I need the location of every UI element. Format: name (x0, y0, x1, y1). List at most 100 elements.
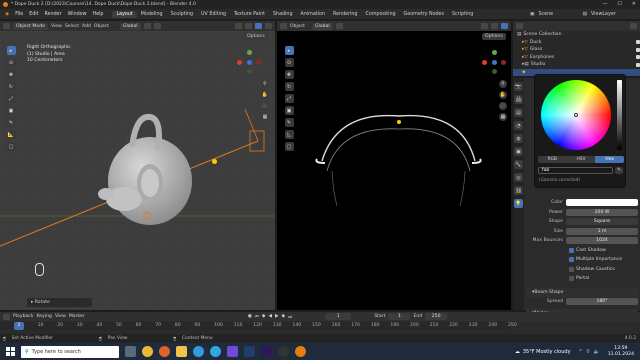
scene-props-tab-icon[interactable]: ◔ (514, 121, 523, 130)
color-wheel-cursor[interactable] (574, 113, 578, 117)
power-field[interactable]: 200 W (566, 208, 638, 216)
menu-file[interactable]: File (12, 12, 26, 17)
value-slider[interactable] (617, 80, 622, 150)
workspace-tab-animation[interactable]: Animation (297, 11, 329, 18)
shape-dropdown[interactable]: Square (566, 218, 638, 226)
end-frame-field[interactable]: 250 (425, 313, 448, 320)
volume-icon[interactable]: 🔈 (593, 349, 599, 355)
obs-taskbar-icon[interactable] (278, 346, 289, 357)
rotate-tool-icon[interactable]: ↻ (6, 82, 16, 91)
network-icon[interactable]: ⌔ (586, 349, 591, 355)
weather-widget[interactable]: ☁ 35°F Mostly cloudy (515, 349, 571, 355)
menu-window[interactable]: Window (65, 12, 90, 17)
current-frame-field[interactable]: 1 (325, 313, 352, 320)
outliner-item-glass[interactable]: ▸▽ Glass (513, 46, 640, 54)
overlay-icon[interactable] (235, 23, 242, 29)
multiple-importance-row[interactable]: Multiple Importance (526, 255, 638, 265)
object-props-tab-icon[interactable]: ▣ (514, 147, 523, 156)
chrome-taskbar-icon[interactable] (142, 346, 153, 357)
scale-tool-icon[interactable]: ⤢ (6, 94, 16, 103)
proportional-edit-icon[interactable] (153, 23, 161, 29)
maximize-button[interactable]: ☐ (617, 1, 621, 7)
outliner-item-earphones[interactable]: ▸▽ Earphones (513, 54, 640, 62)
right-camera-view-icon[interactable]: 🎥 (499, 102, 507, 110)
outliner-item-duck[interactable]: ▸▽ Duck (513, 39, 640, 47)
right-snap-icon[interactable] (335, 23, 343, 29)
menu-edit[interactable]: Edit (26, 12, 41, 17)
snap-icon[interactable] (143, 23, 151, 29)
right-move-tool-icon[interactable]: ✥ (284, 70, 294, 79)
right-perspective-grid-icon[interactable]: ▦ (499, 113, 507, 121)
right-rotate-tool-icon[interactable]: ↻ (284, 82, 294, 91)
right-navigation-gizmo[interactable] (482, 50, 506, 74)
edge-taskbar-icon[interactable] (193, 346, 204, 357)
shading-material-icon[interactable] (265, 23, 272, 29)
shadow-caustics-checkbox[interactable] (569, 266, 574, 272)
keying-menu[interactable]: Keying (37, 314, 52, 319)
workspace-tab-geometry-nodes[interactable]: Geometry Nodes (400, 11, 448, 18)
select-box-tool-icon[interactable]: ▸ (6, 46, 16, 55)
mode-dropdown[interactable]: Object Mode (13, 22, 48, 30)
color-mode-rgb-tab[interactable]: RGB (538, 156, 567, 163)
workspace-tab-texture-paint[interactable]: Texture Paint (230, 11, 269, 18)
workspace-tab-rendering[interactable]: Rendering (329, 11, 362, 18)
photoshop-taskbar-icon[interactable] (244, 346, 255, 357)
transform-tool-icon[interactable]: ▣ (6, 106, 16, 115)
right-cursor-tool-icon[interactable]: ⊙ (284, 58, 294, 67)
max-bounces-field[interactable]: 1024 (566, 237, 638, 245)
outliner-scene-collection[interactable]: ▤ Scene Collection (513, 31, 640, 39)
render-props-tab-icon[interactable]: 📷 (514, 82, 523, 91)
windows-start-icon[interactable] (6, 347, 15, 356)
add-cube-tool-icon[interactable]: ▢ (6, 142, 16, 151)
right-annotate-tool-icon[interactable]: ✎ (284, 118, 294, 127)
prev-keyframe-button[interactable]: ◆ (262, 314, 266, 319)
perspective-grid-icon[interactable]: ▦ (261, 113, 269, 121)
jump-start-button[interactable]: ⏮ (255, 314, 259, 320)
firefox-taskbar-icon[interactable] (159, 346, 170, 357)
workspace-tab-uv-editing[interactable]: UV Editing (197, 11, 230, 18)
right-scale-tool-icon[interactable]: ⤢ (284, 94, 294, 103)
left-navigation-gizmo[interactable] (237, 50, 261, 74)
timeline-ruler[interactable]: 1102030405060708090100110120130140150160… (0, 322, 517, 330)
shading-solid-icon[interactable] (255, 23, 262, 29)
zoom-icon[interactable]: ⚲ (261, 80, 269, 88)
minimize-button[interactable]: — (602, 1, 607, 7)
task-view-icon[interactable] (125, 346, 136, 357)
move-tool-icon[interactable]: ✥ (6, 70, 16, 79)
right-shading-solid-icon[interactable] (491, 23, 498, 29)
pan-hand-icon[interactable]: ✋ (261, 91, 269, 99)
right-pan-hand-icon[interactable]: ✋ (499, 91, 507, 99)
size-field[interactable]: 1 m (566, 227, 638, 235)
hex-input[interactable]: fab (538, 167, 613, 174)
output-props-tab-icon[interactable]: 🖨 (514, 95, 523, 104)
light-data-props-tab-icon[interactable]: 💡 (514, 199, 523, 208)
timeline-view-menu[interactable]: View (55, 314, 66, 319)
right-select-tool-icon[interactable]: ▸ (284, 46, 294, 55)
play-button[interactable]: ▶ (275, 314, 279, 319)
workspace-tab-shading[interactable]: Shading (269, 11, 297, 18)
right-editor-type-icon[interactable] (280, 23, 287, 29)
cursor-tool-icon[interactable]: ⊙ (6, 58, 16, 67)
blender-menu-icon[interactable]: ◉ (2, 12, 12, 17)
right-options-button[interactable]: Options (482, 33, 506, 40)
workspace-tab-compositing[interactable]: Compositing (361, 11, 399, 18)
right-add-cube-tool-icon[interactable]: ▢ (284, 142, 294, 151)
measure-tool-icon[interactable]: 📐 (6, 130, 16, 139)
light-object-point[interactable] (212, 159, 217, 164)
color-mode-hsv-tab[interactable]: HSV (566, 156, 596, 163)
camera-view-icon[interactable]: 🎥 (261, 102, 269, 110)
shadow-caustics-row[interactable]: Shadow Caustics (526, 265, 638, 275)
transform-orientation-dropdown[interactable]: Global (119, 22, 141, 30)
light-color-swatch[interactable] (566, 199, 638, 207)
play-reverse-button[interactable]: ◀ (268, 314, 272, 319)
studio-visibility-checkbox[interactable] (636, 62, 640, 67)
portal-checkbox[interactable] (569, 276, 574, 282)
left-options-button[interactable]: Options (244, 33, 268, 40)
outliner-editor-icon[interactable] (516, 23, 523, 29)
view-menu[interactable]: View (51, 24, 62, 29)
portal-row[interactable]: Portal (526, 274, 638, 284)
menu-render[interactable]: Render (42, 12, 65, 17)
eyedropper-icon[interactable]: ✎ (615, 167, 623, 174)
workspace-tab-scripting[interactable]: Scripting (448, 11, 477, 18)
explorer-taskbar-icon[interactable] (176, 346, 187, 357)
